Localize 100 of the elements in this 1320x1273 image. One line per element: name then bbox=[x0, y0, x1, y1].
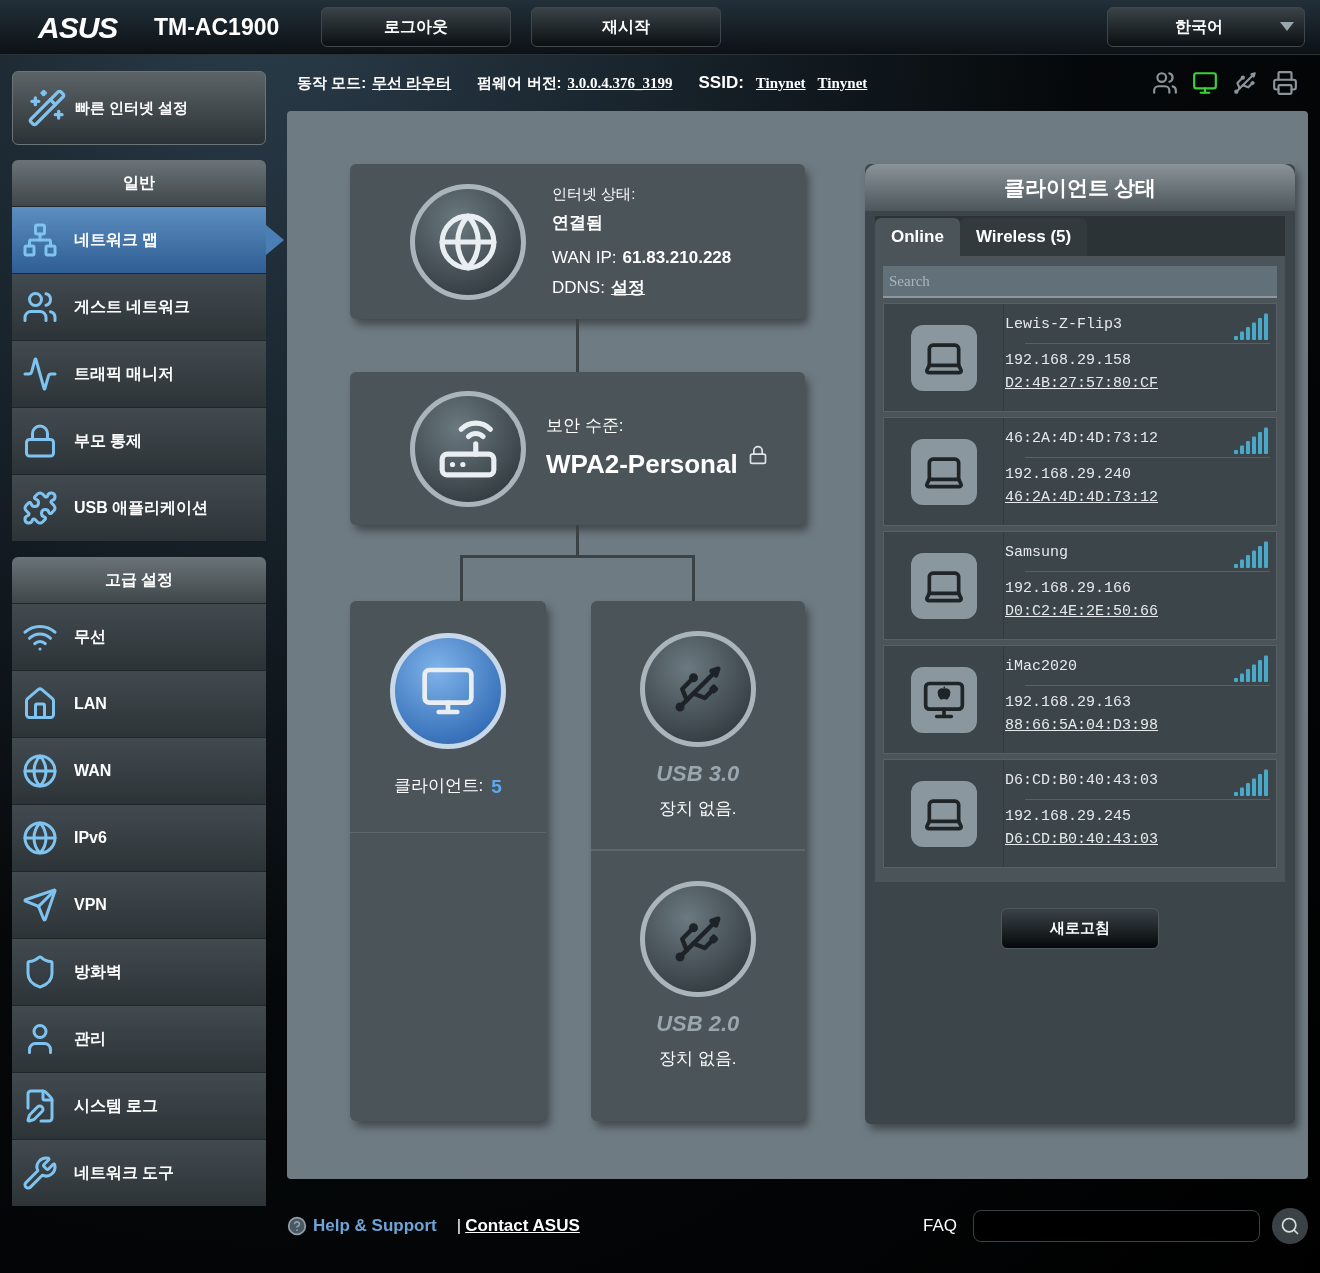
signal-bars-icon bbox=[1234, 653, 1270, 682]
magic-wand-icon bbox=[27, 88, 67, 128]
sidebar-section-header: 일반 bbox=[12, 160, 266, 206]
client-row[interactable]: Lewis-Z-Flip3 192.168.29.158 D2:4B:27:57:80:CF bbox=[883, 303, 1277, 412]
logo: ASUS bbox=[38, 9, 119, 46]
sidebar-item[interactable]: 트래픽 매니저 bbox=[12, 340, 266, 407]
monitor-icon[interactable] bbox=[1192, 70, 1218, 96]
usb-status: 장치 없음. bbox=[659, 1048, 737, 1070]
sidebar-item[interactable]: 게스트 네트워크 bbox=[12, 273, 266, 340]
sidebar-item[interactable]: 시스템 로그 bbox=[12, 1072, 266, 1139]
sidebar-section-header: 고급 설정 bbox=[12, 557, 266, 603]
client-ip: 192.168.29.245 bbox=[1005, 807, 1133, 827]
client-ip: 192.168.29.158 bbox=[1005, 351, 1133, 371]
sidebar-item[interactable]: WAN bbox=[12, 737, 266, 804]
firmware-link[interactable]: 3.0.0.4.376_3199 bbox=[567, 71, 673, 95]
paper-plane-icon bbox=[22, 887, 58, 923]
search-field[interactable]: Search bbox=[883, 266, 1277, 298]
firmware-label: 펌웨어 버전: bbox=[477, 72, 562, 93]
client-name: Samsung bbox=[1005, 543, 1068, 564]
client-name: D6:CD:B0:40:43:03 bbox=[1005, 771, 1159, 792]
security-level: WPA2-Personal bbox=[546, 447, 738, 481]
ssid-link[interactable]: Tinynet bbox=[817, 71, 868, 95]
usb-icon[interactable] bbox=[1232, 70, 1258, 96]
clients-label: 클라이언트: bbox=[393, 775, 484, 797]
laptop-icon bbox=[910, 324, 977, 391]
client-mac-link[interactable]: D0:C2:4E:2E:50:66 bbox=[1005, 600, 1270, 623]
mode-link[interactable]: 무선 라우터 bbox=[372, 71, 452, 95]
client-row[interactable]: D6:CD:B0:40:43:03 192.168.29.245 D6:CD:B0:40:43:03 bbox=[883, 759, 1277, 868]
clients-count: 5 bbox=[491, 775, 502, 799]
laptop-icon bbox=[910, 552, 977, 619]
laptop-icon bbox=[910, 780, 977, 847]
panel-title: 클라이언트 상태 bbox=[865, 164, 1295, 211]
separator: | bbox=[456, 1215, 462, 1238]
usb-port-name: USB 3.0 bbox=[656, 760, 740, 788]
client-name: iMac2020 bbox=[1005, 657, 1077, 678]
help-link[interactable]: Help & Support bbox=[313, 1213, 437, 1239]
globe-icon bbox=[22, 820, 58, 856]
people-icon bbox=[22, 289, 58, 325]
client-name: 46:2A:4D:4D:73:12 bbox=[1005, 429, 1159, 450]
sidebar-item[interactable]: 네트워크 맵 bbox=[12, 206, 266, 273]
client-row[interactable]: iMac2020 192.168.29.163 88:66:5A:04:D3:98 bbox=[883, 645, 1277, 754]
security-label: 보안 수준: bbox=[546, 415, 625, 438]
pointer-triangle-icon bbox=[266, 224, 284, 255]
signal-bars-icon bbox=[1234, 311, 1270, 340]
house-icon bbox=[22, 686, 58, 722]
wrench-icon bbox=[22, 1155, 58, 1191]
client-tab[interactable]: Wireless (5) bbox=[959, 218, 1088, 256]
client-mac-link[interactable]: 46:2A:4D:4D:73:12 bbox=[1005, 486, 1270, 509]
sidebar-item[interactable]: 방화벽 bbox=[12, 938, 266, 1005]
client-mac-link[interactable]: 88:66:5A:04:D3:98 bbox=[1005, 714, 1270, 737]
search-button[interactable] bbox=[1272, 1208, 1308, 1244]
laptop-icon bbox=[910, 438, 977, 505]
faq-search-field[interactable] bbox=[973, 1210, 1260, 1242]
clients-card[interactable]: 클라이언트: 5 bbox=[350, 601, 546, 1121]
model-name: TM-AC1900 bbox=[154, 12, 281, 42]
connector-line bbox=[576, 525, 579, 555]
signal-bars-icon bbox=[1234, 539, 1270, 568]
sidebar-item[interactable]: 부모 통제 bbox=[12, 407, 266, 474]
faq-label: FAQ bbox=[923, 1215, 957, 1238]
sidebar-item[interactable]: IPv6 bbox=[12, 804, 266, 871]
contact-link[interactable]: Contact ASUS bbox=[465, 1213, 580, 1239]
dropdown-triangle-icon bbox=[1280, 22, 1294, 32]
connector-line bbox=[576, 319, 579, 372]
apple-monitor-icon bbox=[910, 666, 977, 733]
sidebar-item[interactable]: 관리 bbox=[12, 1005, 266, 1072]
lock-icon bbox=[22, 423, 58, 459]
client-ip: 192.168.29.166 bbox=[1005, 579, 1133, 599]
client-row[interactable]: Samsung 192.168.29.166 D0:C2:4E:2E:50:66 bbox=[883, 531, 1277, 640]
client-row[interactable]: 46:2A:4D:4D:73:12 192.168.29.240 46:2A:4D:4D:73:12 bbox=[883, 417, 1277, 526]
client-ip: 192.168.29.240 bbox=[1005, 465, 1133, 485]
ddns-label: DDNS: bbox=[552, 276, 605, 299]
client-mac-link[interactable]: D2:4B:27:57:80:CF bbox=[1005, 372, 1270, 395]
ddns-link[interactable]: 설정 bbox=[610, 274, 645, 300]
ssid-link[interactable]: Tinynet bbox=[755, 71, 806, 95]
network-icon bbox=[22, 222, 58, 258]
language-dropdown[interactable]: 한국어 bbox=[1107, 7, 1305, 47]
people-icon[interactable] bbox=[1152, 70, 1178, 96]
quick-setup-button[interactable]: 빠른 인터넷 설정 bbox=[12, 71, 266, 145]
refresh-button[interactable]: 새로고침 bbox=[1001, 908, 1159, 949]
sidebar-item[interactable]: 네트워크 도구 bbox=[12, 1139, 266, 1206]
header-button[interactable]: 로그아웃 bbox=[321, 7, 511, 47]
signal-bars-icon bbox=[1234, 767, 1270, 796]
sidebar-item[interactable]: USB 애플리케이션 bbox=[12, 474, 266, 541]
wan-ip: 61.83.210.228 bbox=[622, 247, 732, 269]
sidebar-item[interactable]: 무선 bbox=[12, 603, 266, 670]
client-tab[interactable]: Online bbox=[875, 218, 960, 256]
client-ip: 192.168.29.163 bbox=[1005, 693, 1133, 713]
header-button[interactable]: 재시작 bbox=[531, 7, 721, 47]
ssid-label: SSID: bbox=[698, 72, 744, 95]
client-mac-link[interactable]: D6:CD:B0:40:43:03 bbox=[1005, 828, 1270, 851]
client-name: Lewis-Z-Flip3 bbox=[1005, 315, 1123, 336]
help-icon bbox=[287, 1216, 307, 1236]
usb-status: 장치 없음. bbox=[659, 798, 737, 820]
mode-label: 동작 모드: bbox=[297, 72, 367, 93]
sidebar-item[interactable]: LAN bbox=[12, 670, 266, 737]
search-icon bbox=[1280, 1216, 1300, 1236]
usb-port-name: USB 2.0 bbox=[656, 1010, 740, 1038]
sidebar-item[interactable]: VPN bbox=[12, 871, 266, 938]
wan-ip-label: WAN IP: bbox=[552, 247, 617, 269]
printer-icon[interactable] bbox=[1272, 70, 1298, 96]
